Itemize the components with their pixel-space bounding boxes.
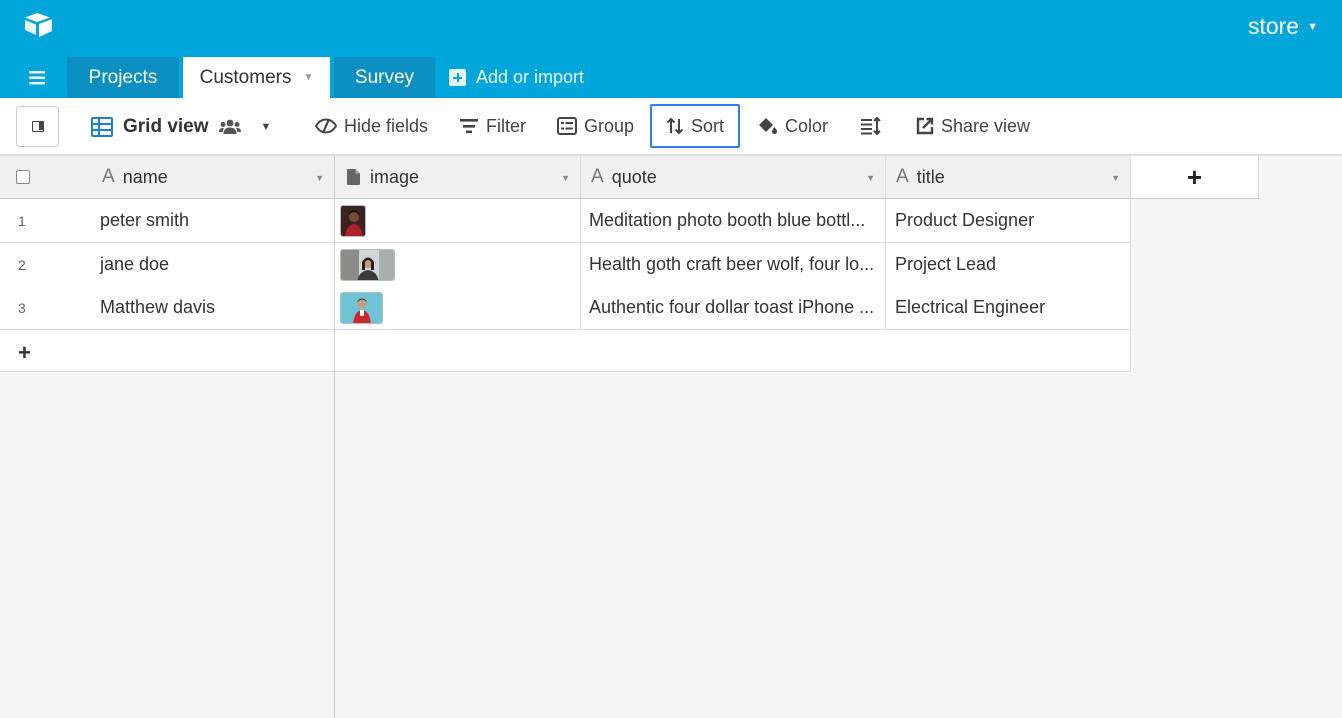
cell-text: Product Designer <box>895 210 1035 230</box>
cell-image[interactable] <box>335 286 581 329</box>
column-header-label: name <box>122 166 168 187</box>
view-toolbar: Grid view ▼ Hide fields Filter Group Sor… <box>0 98 1342 156</box>
cell-name[interactable]: Matthew davis <box>0 286 335 329</box>
group-button[interactable]: Group <box>557 104 634 148</box>
cell-title[interactable]: Product Designer <box>886 199 1131 242</box>
cell-text: Matthew davis <box>100 297 216 317</box>
color-label: Color <box>785 115 829 136</box>
cell-text: Electrical Engineer <box>895 297 1046 317</box>
hide-fields-button[interactable]: Hide fields <box>315 104 428 148</box>
text-field-icon: A <box>591 166 604 187</box>
collaborative-view-icon <box>218 119 241 134</box>
hamburger-menu-icon[interactable] <box>27 69 49 87</box>
column-header-label: image <box>370 166 420 187</box>
sidebar-toggle-button[interactable] <box>16 106 59 147</box>
filter-button[interactable]: Filter <box>459 104 526 148</box>
share-view-button[interactable]: Share view <box>916 104 1030 148</box>
cell-image[interactable] <box>335 199 581 242</box>
cell-text: Authentic four dollar toast iPhone ... <box>589 297 875 317</box>
image-thumbnail[interactable] <box>340 248 395 281</box>
cell-name[interactable]: peter smith <box>0 199 335 242</box>
hide-fields-label: Hide fields <box>344 115 429 136</box>
column-header-title[interactable]: A title ▼ <box>886 156 1131 199</box>
group-label: Group <box>584 115 635 136</box>
cell-text: peter smith <box>100 210 190 230</box>
sort-label: Sort <box>690 115 724 136</box>
view-name: Grid view <box>123 116 209 137</box>
tab-projects[interactable]: Projects <box>67 57 179 98</box>
caret-down-icon[interactable]: ▼ <box>866 173 875 183</box>
table-row[interactable]: 3 Matthew davis Authentic four dollar to… <box>0 286 1131 330</box>
add-field-button[interactable]: + <box>1131 156 1259 199</box>
share-view-label: Share view <box>941 115 1031 136</box>
select-all-checkbox[interactable] <box>16 170 30 184</box>
external-share-icon <box>916 117 934 135</box>
image-thumbnail[interactable] <box>340 204 366 237</box>
color-button[interactable]: Color <box>757 104 828 148</box>
caret-down-icon: ▼ <box>1307 20 1318 33</box>
cell-text: Health goth craft beer wolf, four lo... <box>589 254 875 274</box>
base-name-menu[interactable]: store ▼ <box>1248 13 1318 40</box>
base-name: store <box>1247 13 1300 39</box>
caret-down-icon[interactable]: ▼ <box>261 121 272 133</box>
sort-arrows-icon <box>666 117 684 135</box>
text-field-icon: A <box>896 166 909 187</box>
tab-customers[interactable]: Customers ▼ <box>183 57 330 98</box>
row-height-icon <box>861 117 881 135</box>
tab-label: Survey <box>354 66 415 88</box>
column-header-label: title <box>916 166 945 187</box>
sort-button[interactable]: Sort <box>650 104 740 148</box>
filter-label: Filter <box>486 115 526 136</box>
cell-quote[interactable]: Authentic four dollar toast iPhone ... <box>581 286 886 329</box>
cell-image[interactable] <box>335 243 581 286</box>
image-thumbnail[interactable] <box>340 291 383 324</box>
cell-title[interactable]: Electrical Engineer <box>886 286 1131 329</box>
cell-text: jane doe <box>100 254 170 274</box>
filter-icon <box>460 119 478 134</box>
text-field-icon: A <box>102 166 115 187</box>
paint-bucket-icon <box>759 118 777 134</box>
cell-text: Project Lead <box>895 254 997 274</box>
frozen-column-divider <box>334 156 335 718</box>
grid-view-icon <box>91 117 113 137</box>
column-header-image[interactable]: image ▼ <box>335 156 581 199</box>
cell-quote[interactable]: Meditation photo booth blue bottl... <box>581 199 886 242</box>
table-row[interactable]: 1 peter smith Meditation photo booth blu… <box>0 199 1131 243</box>
cell-text: Meditation photo booth blue bottl... <box>589 210 866 230</box>
caret-down-icon[interactable]: ▼ <box>1111 173 1120 183</box>
group-icon <box>557 117 577 135</box>
add-or-import-button[interactable]: Add or import <box>449 57 584 98</box>
view-switcher[interactable]: Grid view ▼ <box>91 114 271 140</box>
tab-label: Customers <box>199 66 292 88</box>
column-header-label: quote <box>611 166 657 187</box>
column-header-quote[interactable]: A quote ▼ <box>581 156 886 199</box>
tab-label: Projects <box>88 66 158 88</box>
cell-name[interactable]: jane doe <box>0 243 335 286</box>
cell-quote[interactable]: Health goth craft beer wolf, four lo... <box>581 243 886 286</box>
plus-square-icon <box>449 69 466 86</box>
plus-icon: + <box>18 340 31 365</box>
column-header-name[interactable]: A name ▼ <box>0 156 335 199</box>
add-or-import-label: Add or import <box>476 67 585 87</box>
attachment-field-icon <box>347 169 360 185</box>
add-record-row[interactable]: + <box>0 330 1131 372</box>
airtable-logo-icon[interactable] <box>22 11 56 39</box>
cell-title[interactable]: Project Lead <box>886 243 1131 286</box>
eye-slash-icon <box>315 118 337 134</box>
table-row[interactable]: 2 jane doe Health goth craft beer wolf, … <box>0 243 1131 287</box>
caret-down-icon[interactable]: ▼ <box>303 72 313 83</box>
caret-down-icon[interactable]: ▼ <box>315 173 324 183</box>
plus-icon: + <box>1186 161 1203 192</box>
sidebar-icon <box>32 121 44 132</box>
row-height-button[interactable] <box>860 104 882 148</box>
tab-survey[interactable]: Survey <box>334 57 435 98</box>
caret-down-icon[interactable]: ▼ <box>561 173 570 183</box>
